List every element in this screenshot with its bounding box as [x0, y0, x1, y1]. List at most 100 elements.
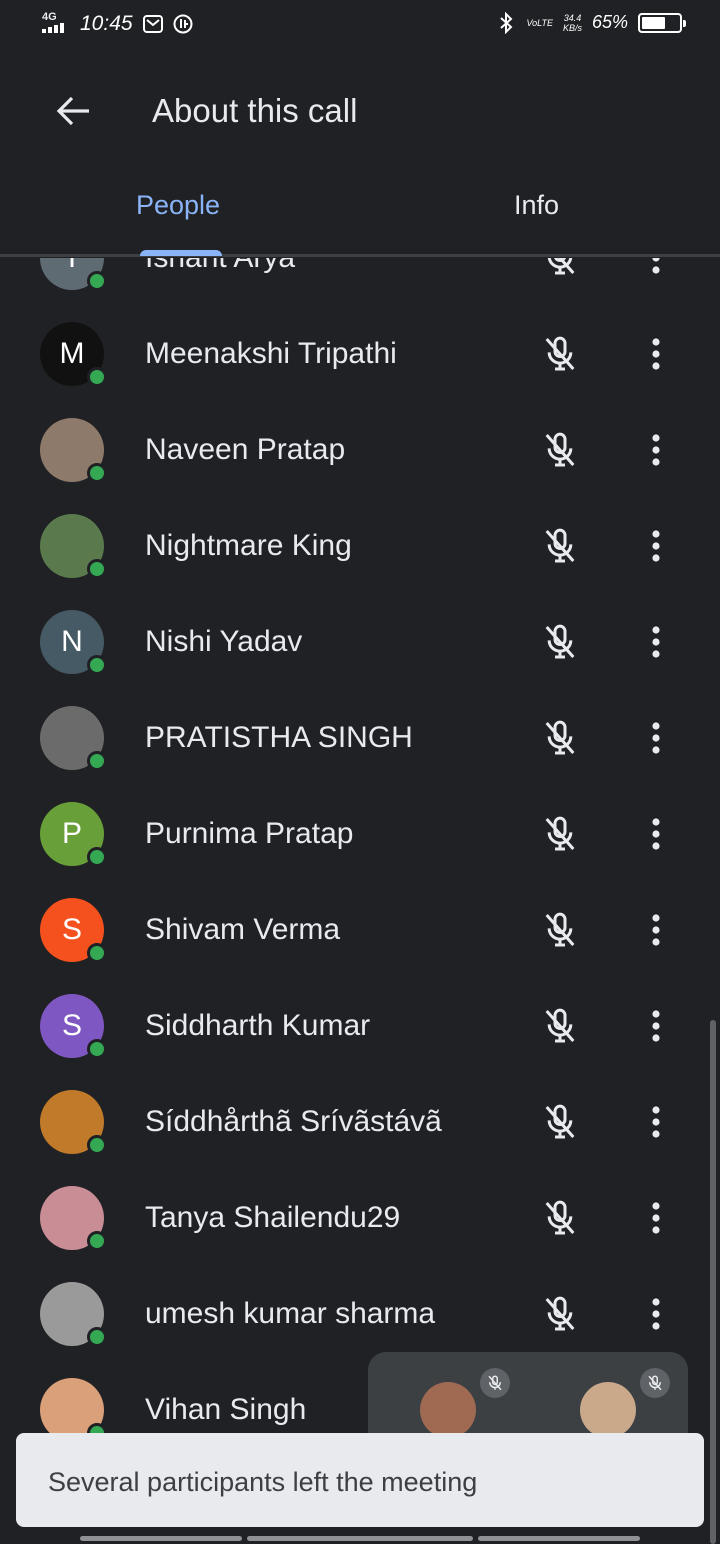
more-options-button[interactable]: [636, 258, 676, 280]
mic-off-icon[interactable]: [538, 1100, 582, 1144]
status-bar: 4G 10:45 VoLTE 34.4 KB/s 65%: [0, 0, 720, 56]
tab-bar: People Info: [0, 168, 720, 258]
app-bar: About this call: [0, 56, 720, 168]
participant-row[interactable]: I Ishant Arya: [0, 258, 720, 306]
mic-off-icon[interactable]: [538, 1292, 582, 1336]
participant-row[interactable]: Nightmare King: [0, 498, 720, 594]
mic-off-icon: [480, 1368, 510, 1398]
battery-icon: [638, 12, 686, 33]
gesture-bar[interactable]: [478, 1536, 640, 1541]
pip-participant-avatar: [420, 1382, 476, 1438]
participant-name: Meenakshi Tripathi: [145, 337, 397, 370]
mic-off-icon: [640, 1368, 670, 1398]
participant-name: PRATISTHA SINGH: [145, 721, 413, 754]
more-options-button[interactable]: [636, 524, 676, 568]
mic-off-icon[interactable]: [538, 428, 582, 472]
network-speed: 34.4 KB/s: [563, 13, 582, 33]
participant-name: Purnima Pratap: [145, 817, 354, 850]
presence-indicator: [87, 367, 107, 387]
presence-indicator: [87, 943, 107, 963]
avatar-initial: S: [61, 913, 82, 946]
speed-unit: KB/s: [562, 22, 582, 33]
snackbar-message: Several participants left the meeting: [48, 1467, 478, 1497]
participant-name: Naveen Pratap: [145, 433, 346, 466]
avatar-initial: P: [61, 817, 82, 850]
avatar-initial: N: [61, 625, 83, 658]
tab-people[interactable]: People: [136, 190, 220, 221]
presence-indicator: [87, 847, 107, 867]
participant-name: Síddhårthã Srívãstávã: [145, 1105, 442, 1138]
participant-name: Shivam Verma: [145, 913, 341, 946]
more-options-button[interactable]: [636, 428, 676, 472]
snackbar: Several participants left the meeting: [16, 1433, 704, 1527]
avatar-initial: I: [68, 258, 76, 275]
participant-name: Vihan Singh: [145, 1393, 307, 1426]
avatar-initial: S: [61, 1009, 82, 1042]
more-options-button[interactable]: [636, 332, 676, 376]
presence-indicator: [87, 559, 107, 579]
battery-percent: 65%: [591, 12, 628, 32]
signal-icon: [42, 23, 64, 33]
presence-indicator: [87, 751, 107, 771]
more-options-button[interactable]: [636, 620, 676, 664]
more-options-button[interactable]: [636, 1196, 676, 1240]
mic-off-icon[interactable]: [538, 620, 582, 664]
presence-indicator: [87, 1039, 107, 1059]
participant-row[interactable]: P Purnima Pratap: [0, 786, 720, 882]
network-type: 4G: [42, 11, 57, 23]
more-options-button[interactable]: [636, 812, 676, 856]
mic-off-icon[interactable]: [538, 908, 582, 952]
bluetooth-icon: [496, 11, 516, 34]
more-options-button[interactable]: [636, 716, 676, 760]
tab-info[interactable]: Info: [514, 190, 559, 221]
presence-indicator: [87, 1327, 107, 1347]
mic-off-icon[interactable]: [538, 524, 582, 568]
presence-indicator: [87, 655, 107, 675]
tab-divider: [0, 254, 720, 257]
participant-row[interactable]: Naveen Pratap: [0, 402, 720, 498]
back-button[interactable]: [48, 86, 98, 136]
participant-row[interactable]: umesh kumar sharma: [0, 1266, 720, 1362]
avatar-initial: M: [59, 337, 85, 370]
participant-name: Tanya Shailendu29: [145, 1201, 401, 1234]
mic-off-icon[interactable]: [538, 716, 582, 760]
speed-value: 34.4: [563, 12, 582, 23]
participant-row[interactable]: S Siddharth Kumar: [0, 978, 720, 1074]
app-notification-icon: [173, 14, 193, 34]
presence-indicator: [87, 463, 107, 483]
participant-row[interactable]: N Nishi Yadav: [0, 594, 720, 690]
tab-indicator: [140, 250, 222, 256]
more-options-button[interactable]: [636, 1292, 676, 1336]
participant-row[interactable]: M Meenakshi Tripathi: [0, 306, 720, 402]
presence-indicator: [87, 271, 107, 291]
clock: 10:45: [80, 12, 133, 35]
participant-name: Nightmare King: [145, 529, 352, 562]
mic-off-icon[interactable]: [538, 1004, 582, 1048]
participant-name: Nishi Yadav: [145, 625, 303, 658]
mic-off-icon[interactable]: [538, 812, 582, 856]
gesture-bar[interactable]: [80, 1536, 242, 1541]
mic-off-icon[interactable]: [538, 1196, 582, 1240]
pip-participant-avatar: [580, 1382, 636, 1438]
page-title: About this call: [152, 92, 358, 129]
mic-off-icon[interactable]: [538, 258, 582, 280]
presence-indicator: [87, 1135, 107, 1155]
participant-name: Siddharth Kumar: [145, 1009, 371, 1042]
mic-off-icon[interactable]: [538, 332, 582, 376]
scrollbar[interactable]: [710, 1020, 716, 1544]
participant-name: Ishant Arya: [145, 258, 295, 275]
participant-row[interactable]: S Shivam Verma: [0, 882, 720, 978]
gesture-bar[interactable]: [247, 1536, 473, 1541]
arrow-back-icon: [56, 96, 89, 126]
presence-indicator: [87, 1231, 107, 1251]
participant-row[interactable]: PRATISTHA SINGH: [0, 690, 720, 786]
participant-row[interactable]: Síddhårthã Srívãstávã: [0, 1074, 720, 1170]
more-options-button[interactable]: [636, 908, 676, 952]
more-options-button[interactable]: [636, 1100, 676, 1144]
battery-level: [642, 16, 666, 29]
participant-name: umesh kumar sharma: [145, 1297, 436, 1330]
more-options-button[interactable]: [636, 1004, 676, 1048]
network-indicator: 4G: [42, 12, 70, 36]
volte-indicator: VoLTE: [526, 17, 553, 28]
participant-row[interactable]: Tanya Shailendu29: [0, 1170, 720, 1266]
